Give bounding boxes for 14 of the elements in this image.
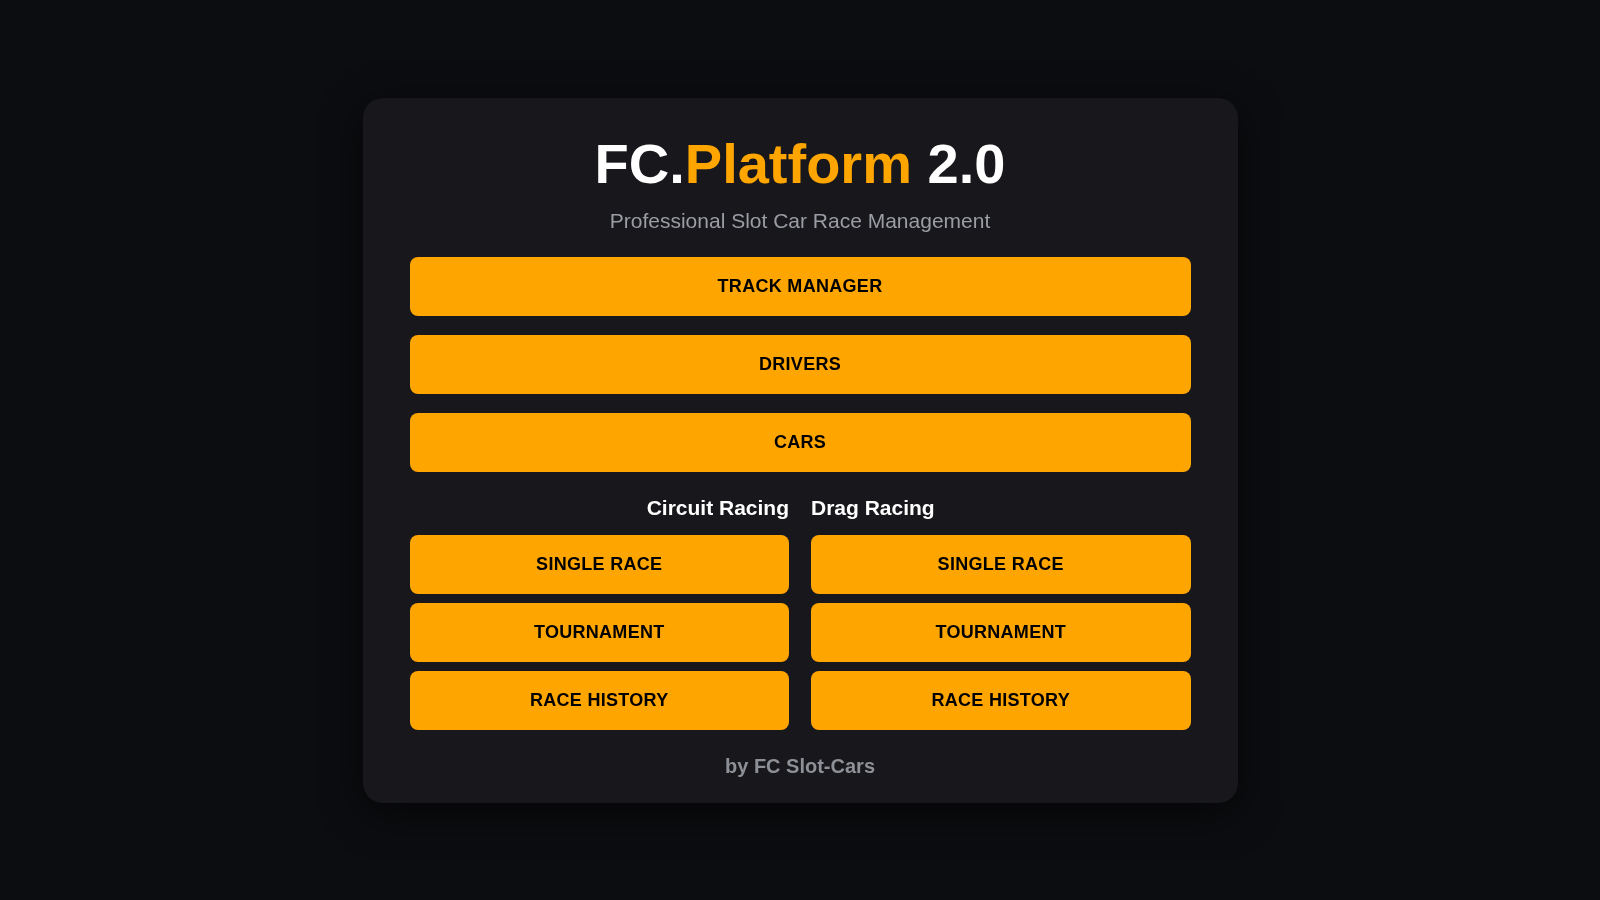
menu-button[interactable]: DRIVERS (409, 334, 1191, 394)
section-heading: Circuit Racing (646, 494, 789, 521)
menu-button[interactable]: TRACK MANAGER (409, 256, 1191, 316)
section-heading: Drag Racing (811, 494, 935, 521)
menu-button[interactable]: SINGLE RACE (409, 534, 789, 594)
menu-button[interactable]: CARS (409, 412, 1191, 472)
menu-button[interactable]: TOURNAMENT (409, 602, 789, 662)
menu-button[interactable]: RACE HISTORY (811, 670, 1191, 730)
menu-button[interactable]: RACE HISTORY (409, 670, 789, 730)
app-title: FC.Platform 2.0 (594, 131, 1006, 196)
menu-button[interactable]: SINGLE RACE (811, 534, 1191, 594)
footer-credit: by FC Slot-Cars (725, 753, 875, 779)
app-subtitle: Professional Slot Car Race Management (609, 207, 991, 234)
menu-button[interactable]: TOURNAMENT (811, 602, 1191, 662)
